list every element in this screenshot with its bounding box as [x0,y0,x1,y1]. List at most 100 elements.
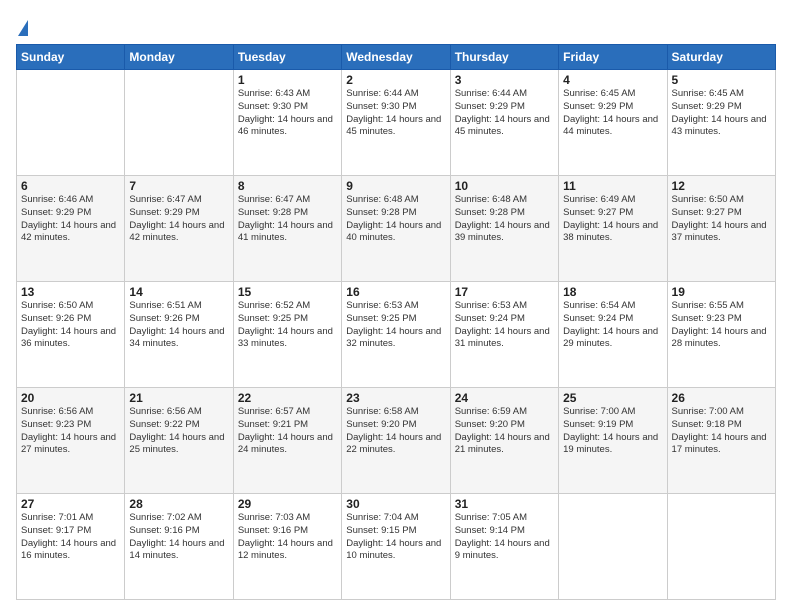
day-info: Sunrise: 6:53 AM Sunset: 9:24 PM Dayligh… [455,300,554,351]
day-info: Sunrise: 7:03 AM Sunset: 9:16 PM Dayligh… [238,512,337,563]
day-info: Sunrise: 6:50 AM Sunset: 9:27 PM Dayligh… [672,194,771,245]
calendar-week-4: 20Sunrise: 6:56 AM Sunset: 9:23 PM Dayli… [17,388,776,494]
day-info: Sunrise: 6:54 AM Sunset: 9:24 PM Dayligh… [563,300,662,351]
day-number: 26 [672,391,771,405]
logo [16,12,28,36]
calendar-cell [667,494,775,600]
calendar-cell: 3Sunrise: 6:44 AM Sunset: 9:29 PM Daylig… [450,70,558,176]
day-number: 15 [238,285,337,299]
calendar-cell: 9Sunrise: 6:48 AM Sunset: 9:28 PM Daylig… [342,176,450,282]
calendar-cell: 13Sunrise: 6:50 AM Sunset: 9:26 PM Dayli… [17,282,125,388]
day-info: Sunrise: 6:59 AM Sunset: 9:20 PM Dayligh… [455,406,554,457]
weekday-header-saturday: Saturday [667,45,775,70]
day-info: Sunrise: 6:48 AM Sunset: 9:28 PM Dayligh… [455,194,554,245]
day-number: 4 [563,73,662,87]
day-number: 28 [129,497,228,511]
day-info: Sunrise: 6:48 AM Sunset: 9:28 PM Dayligh… [346,194,445,245]
calendar-week-5: 27Sunrise: 7:01 AM Sunset: 9:17 PM Dayli… [17,494,776,600]
day-number: 29 [238,497,337,511]
weekday-header-sunday: Sunday [17,45,125,70]
calendar-cell: 15Sunrise: 6:52 AM Sunset: 9:25 PM Dayli… [233,282,341,388]
calendar-cell [125,70,233,176]
day-number: 11 [563,179,662,193]
calendar-cell: 1Sunrise: 6:43 AM Sunset: 9:30 PM Daylig… [233,70,341,176]
page: SundayMondayTuesdayWednesdayThursdayFrid… [0,0,792,612]
calendar-cell: 26Sunrise: 7:00 AM Sunset: 9:18 PM Dayli… [667,388,775,494]
calendar-cell [559,494,667,600]
day-info: Sunrise: 7:02 AM Sunset: 9:16 PM Dayligh… [129,512,228,563]
calendar-cell: 31Sunrise: 7:05 AM Sunset: 9:14 PM Dayli… [450,494,558,600]
calendar-cell: 19Sunrise: 6:55 AM Sunset: 9:23 PM Dayli… [667,282,775,388]
calendar-cell: 16Sunrise: 6:53 AM Sunset: 9:25 PM Dayli… [342,282,450,388]
day-number: 19 [672,285,771,299]
day-info: Sunrise: 7:00 AM Sunset: 9:19 PM Dayligh… [563,406,662,457]
calendar-cell: 8Sunrise: 6:47 AM Sunset: 9:28 PM Daylig… [233,176,341,282]
day-info: Sunrise: 7:01 AM Sunset: 9:17 PM Dayligh… [21,512,120,563]
day-number: 1 [238,73,337,87]
day-info: Sunrise: 6:43 AM Sunset: 9:30 PM Dayligh… [238,88,337,139]
header [16,12,776,36]
calendar-cell: 25Sunrise: 7:00 AM Sunset: 9:19 PM Dayli… [559,388,667,494]
day-info: Sunrise: 6:51 AM Sunset: 9:26 PM Dayligh… [129,300,228,351]
day-number: 16 [346,285,445,299]
day-number: 7 [129,179,228,193]
day-info: Sunrise: 6:53 AM Sunset: 9:25 PM Dayligh… [346,300,445,351]
day-info: Sunrise: 6:50 AM Sunset: 9:26 PM Dayligh… [21,300,120,351]
calendar-cell: 21Sunrise: 6:56 AM Sunset: 9:22 PM Dayli… [125,388,233,494]
calendar-week-1: 1Sunrise: 6:43 AM Sunset: 9:30 PM Daylig… [17,70,776,176]
day-number: 27 [21,497,120,511]
calendar-cell: 22Sunrise: 6:57 AM Sunset: 9:21 PM Dayli… [233,388,341,494]
day-number: 18 [563,285,662,299]
logo-triangle-icon [18,20,28,36]
calendar-cell: 12Sunrise: 6:50 AM Sunset: 9:27 PM Dayli… [667,176,775,282]
day-info: Sunrise: 6:45 AM Sunset: 9:29 PM Dayligh… [672,88,771,139]
calendar-cell: 29Sunrise: 7:03 AM Sunset: 9:16 PM Dayli… [233,494,341,600]
day-number: 3 [455,73,554,87]
day-info: Sunrise: 7:05 AM Sunset: 9:14 PM Dayligh… [455,512,554,563]
weekday-header-tuesday: Tuesday [233,45,341,70]
calendar-cell: 30Sunrise: 7:04 AM Sunset: 9:15 PM Dayli… [342,494,450,600]
calendar-cell: 17Sunrise: 6:53 AM Sunset: 9:24 PM Dayli… [450,282,558,388]
day-info: Sunrise: 6:46 AM Sunset: 9:29 PM Dayligh… [21,194,120,245]
day-number: 31 [455,497,554,511]
weekday-header-friday: Friday [559,45,667,70]
day-number: 23 [346,391,445,405]
day-info: Sunrise: 6:56 AM Sunset: 9:23 PM Dayligh… [21,406,120,457]
day-number: 17 [455,285,554,299]
calendar-cell: 11Sunrise: 6:49 AM Sunset: 9:27 PM Dayli… [559,176,667,282]
day-info: Sunrise: 6:45 AM Sunset: 9:29 PM Dayligh… [563,88,662,139]
day-info: Sunrise: 6:57 AM Sunset: 9:21 PM Dayligh… [238,406,337,457]
day-number: 12 [672,179,771,193]
calendar-cell: 7Sunrise: 6:47 AM Sunset: 9:29 PM Daylig… [125,176,233,282]
day-number: 10 [455,179,554,193]
day-number: 9 [346,179,445,193]
day-info: Sunrise: 6:58 AM Sunset: 9:20 PM Dayligh… [346,406,445,457]
day-info: Sunrise: 7:04 AM Sunset: 9:15 PM Dayligh… [346,512,445,563]
weekday-header-monday: Monday [125,45,233,70]
day-number: 21 [129,391,228,405]
day-number: 5 [672,73,771,87]
calendar-cell: 4Sunrise: 6:45 AM Sunset: 9:29 PM Daylig… [559,70,667,176]
calendar-cell: 2Sunrise: 6:44 AM Sunset: 9:30 PM Daylig… [342,70,450,176]
day-info: Sunrise: 7:00 AM Sunset: 9:18 PM Dayligh… [672,406,771,457]
day-info: Sunrise: 6:47 AM Sunset: 9:29 PM Dayligh… [129,194,228,245]
day-number: 25 [563,391,662,405]
calendar-table: SundayMondayTuesdayWednesdayThursdayFrid… [16,44,776,600]
day-info: Sunrise: 6:49 AM Sunset: 9:27 PM Dayligh… [563,194,662,245]
calendar-cell: 27Sunrise: 7:01 AM Sunset: 9:17 PM Dayli… [17,494,125,600]
day-number: 24 [455,391,554,405]
weekday-header-wednesday: Wednesday [342,45,450,70]
day-number: 8 [238,179,337,193]
calendar-cell: 20Sunrise: 6:56 AM Sunset: 9:23 PM Dayli… [17,388,125,494]
day-number: 20 [21,391,120,405]
day-info: Sunrise: 6:55 AM Sunset: 9:23 PM Dayligh… [672,300,771,351]
day-number: 13 [21,285,120,299]
day-info: Sunrise: 6:44 AM Sunset: 9:29 PM Dayligh… [455,88,554,139]
calendar-week-2: 6Sunrise: 6:46 AM Sunset: 9:29 PM Daylig… [17,176,776,282]
day-number: 2 [346,73,445,87]
calendar-cell: 10Sunrise: 6:48 AM Sunset: 9:28 PM Dayli… [450,176,558,282]
day-number: 6 [21,179,120,193]
day-number: 22 [238,391,337,405]
calendar-cell: 14Sunrise: 6:51 AM Sunset: 9:26 PM Dayli… [125,282,233,388]
calendar-cell: 5Sunrise: 6:45 AM Sunset: 9:29 PM Daylig… [667,70,775,176]
